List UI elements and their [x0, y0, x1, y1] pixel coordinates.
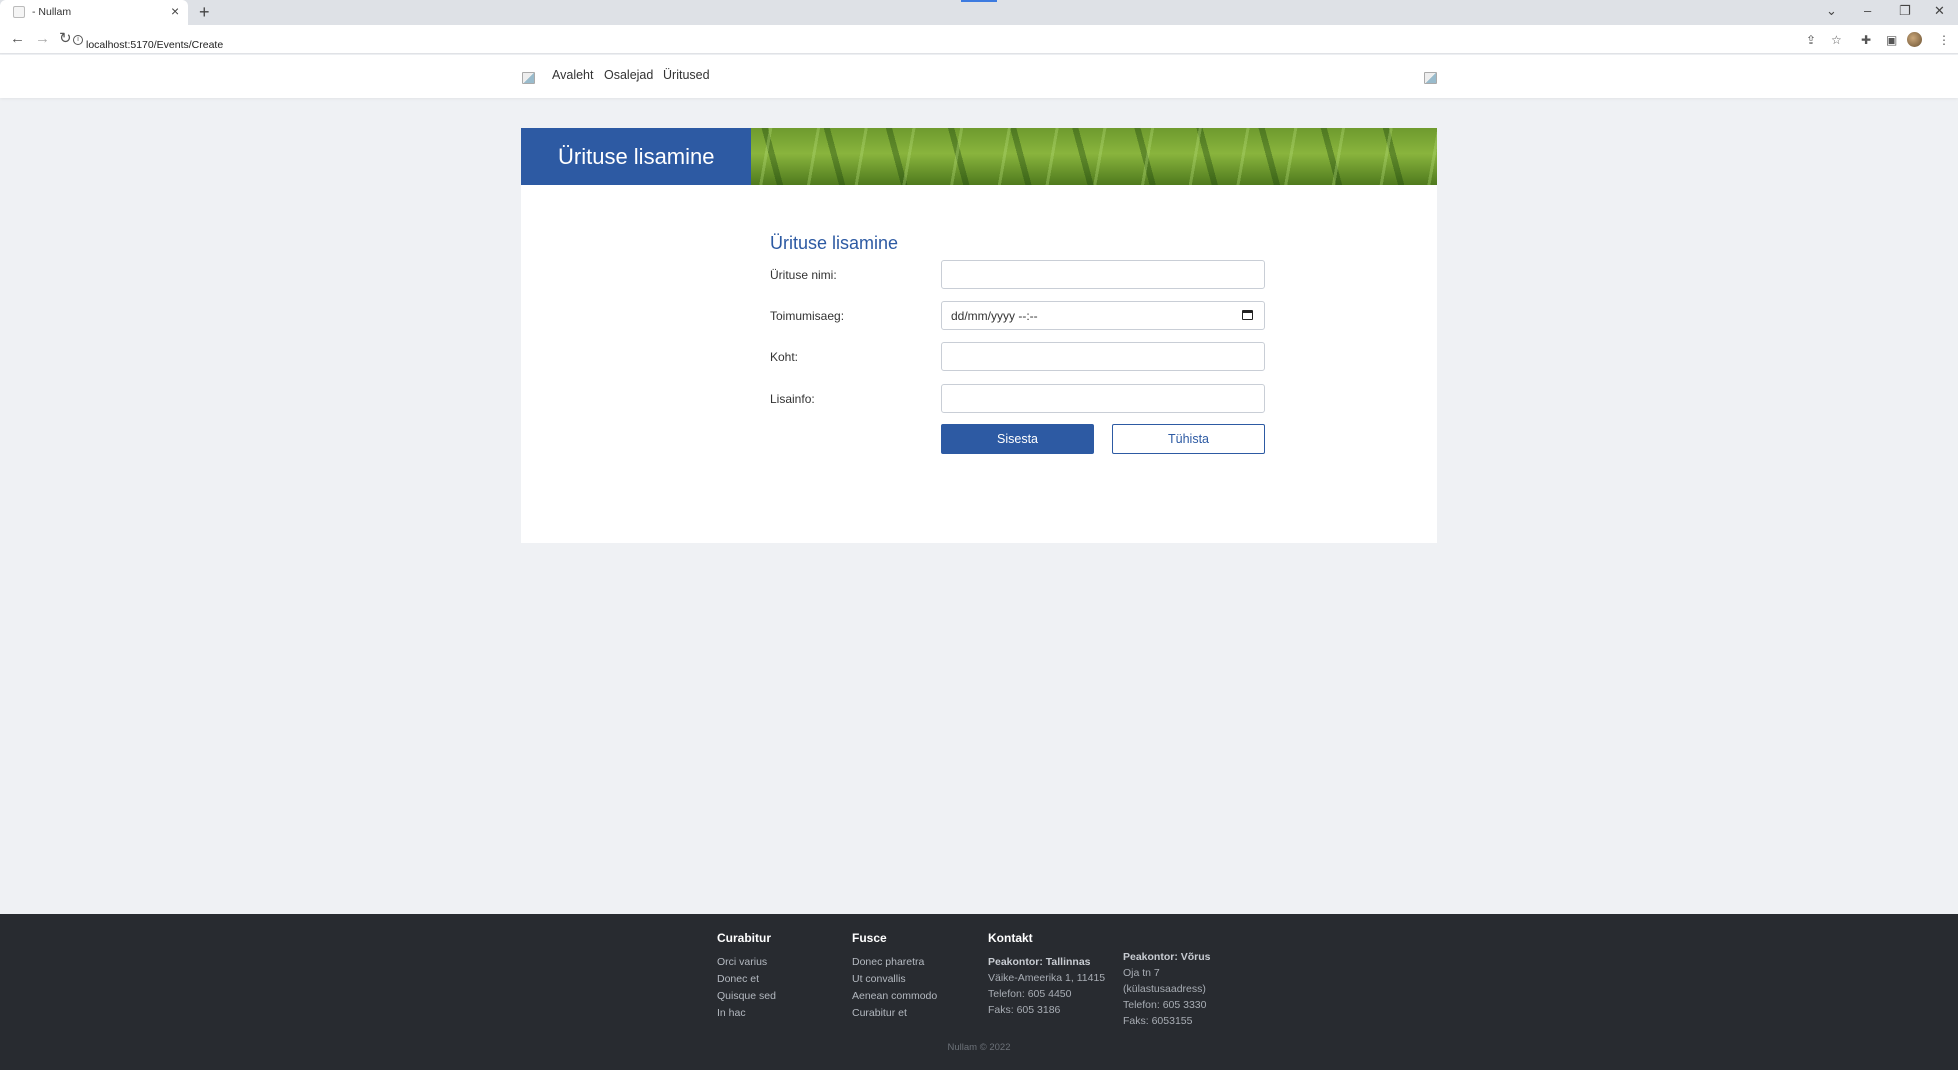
- event-name-label: Ürituse nimi:: [770, 268, 837, 282]
- footer-col1-heading: Curabitur: [717, 931, 771, 945]
- new-tab-icon[interactable]: +: [199, 3, 210, 21]
- footer-link[interactable]: Curabitur et: [852, 1007, 907, 1019]
- site-header: [0, 55, 1958, 98]
- office-tallinn-fax: Faks: 605 3186: [988, 1004, 1061, 1016]
- minimize-icon[interactable]: –: [1864, 3, 1871, 19]
- nav-link-avaleht[interactable]: Avaleht: [552, 68, 593, 82]
- page-banner: Ürituse lisamine: [521, 128, 1437, 185]
- nav-link-uritused[interactable]: Üritused: [663, 68, 710, 82]
- side-panel-icon[interactable]: ▣: [1886, 33, 1897, 47]
- banner-title-box: Ürituse lisamine: [521, 128, 751, 185]
- copyright-text: Nullam © 2022: [947, 1042, 1011, 1053]
- browser-tab[interactable]: - Nullam ×: [0, 0, 188, 25]
- office-voru-note: (külastusaadress): [1123, 983, 1206, 995]
- window-close-icon[interactable]: ✕: [1934, 3, 1945, 19]
- partner-logo: [1424, 72, 1437, 84]
- bookmark-star-icon[interactable]: ☆: [1831, 33, 1842, 47]
- event-place-label: Koht:: [770, 350, 799, 364]
- footer-link[interactable]: Donec et: [717, 973, 759, 985]
- page-favicon-icon: [13, 6, 25, 18]
- restore-icon[interactable]: ❐: [1899, 3, 1911, 19]
- event-name-input[interactable]: [941, 260, 1265, 289]
- reload-icon[interactable]: ↻: [59, 31, 72, 47]
- tab-title: - Nullam: [32, 6, 72, 18]
- office-tallinn-address: Väike-Ameerika 1, 11415: [988, 972, 1106, 984]
- footer-link[interactable]: Donec pharetra: [852, 956, 924, 968]
- event-info-input[interactable]: [941, 384, 1265, 413]
- event-time-label: Toimumisaeg:: [770, 309, 845, 323]
- banner-title: Ürituse lisamine: [558, 144, 715, 169]
- footer-link[interactable]: In hac: [717, 1007, 746, 1019]
- address-bar: ← → ↻: [0, 25, 1958, 54]
- forward-icon[interactable]: →: [35, 31, 50, 47]
- footer-col2-heading: Fusce: [852, 931, 887, 945]
- extensions-icon[interactable]: ✚: [1861, 33, 1871, 47]
- url-field[interactable]: localhost:5170/Events/Create: [86, 39, 223, 51]
- event-place-input[interactable]: [941, 342, 1265, 371]
- event-time-placeholder: dd/mm/yyyy --:--: [951, 309, 1038, 323]
- footer-col3-heading: Kontakt: [988, 931, 1033, 945]
- office-tallinn-title: Peakontor: Tallinnas: [988, 956, 1091, 968]
- submit-button[interactable]: Sisesta: [941, 424, 1094, 454]
- office-voru-title: Peakontor: Võrus: [1123, 951, 1211, 963]
- footer-link[interactable]: Ut convallis: [852, 973, 906, 985]
- office-voru-phone: Telefon: 605 3330: [1123, 999, 1207, 1011]
- site-logo[interactable]: [522, 72, 535, 84]
- form-heading: Ürituse lisamine: [770, 233, 899, 253]
- office-voru-fax: Faks: 6053155: [1123, 1015, 1193, 1027]
- tab-drag-indicator: [961, 0, 997, 2]
- banner-grass-image: [751, 128, 1437, 185]
- back-icon[interactable]: ←: [10, 31, 25, 47]
- event-info-label: Lisainfo:: [770, 392, 815, 406]
- browser-tab-strip: - Nullam × + ⌄ – ❐ ✕: [0, 0, 1958, 25]
- share-icon[interactable]: ⇪: [1806, 33, 1816, 47]
- office-tallinn-phone: Telefon: 605 4450: [988, 988, 1072, 1000]
- footer-link[interactable]: Aenean commodo: [852, 990, 937, 1002]
- site-info-icon[interactable]: i: [73, 35, 83, 45]
- close-tab-icon[interactable]: ×: [171, 4, 179, 18]
- footer-link[interactable]: Orci varius: [717, 956, 767, 968]
- office-voru-street: Oja tn 7: [1123, 967, 1160, 979]
- calendar-icon[interactable]: [1242, 310, 1253, 320]
- footer-link[interactable]: Quisque sed: [717, 990, 776, 1002]
- nav-link-osalejad[interactable]: Osalejad: [604, 68, 653, 82]
- profile-avatar[interactable]: [1907, 32, 1922, 47]
- cancel-button[interactable]: Tühista: [1112, 424, 1265, 454]
- menu-dots-icon[interactable]: ⋮: [1938, 33, 1950, 47]
- tab-search-icon[interactable]: ⌄: [1826, 3, 1837, 19]
